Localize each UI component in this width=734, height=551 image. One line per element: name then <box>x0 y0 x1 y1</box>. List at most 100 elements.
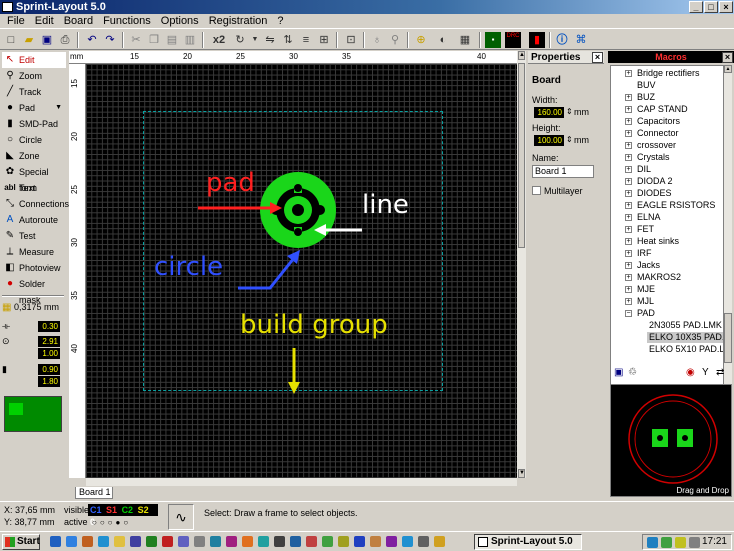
tool-pad[interactable]: ● Pad ▼ <box>2 100 66 116</box>
quicklaunch-icon[interactable] <box>146 536 157 547</box>
settings-icon[interactable]: ⌘ <box>573 32 589 48</box>
grid-setting[interactable]: ▦ 0,3175 mm <box>2 302 64 314</box>
tool-track[interactable]: ╱ Track <box>2 84 66 100</box>
quicklaunch-icon[interactable] <box>210 536 221 547</box>
menu-file[interactable]: File <box>2 14 30 28</box>
quicklaunch-icon[interactable] <box>66 536 77 547</box>
save-macro-icon[interactable]: ▣ <box>614 367 623 378</box>
rotate-icon[interactable]: ↻ <box>232 32 248 48</box>
quicklaunch-icon[interactable] <box>402 536 413 547</box>
layer-color-icon[interactable]: ◐ <box>435 32 451 48</box>
record-macro-icon[interactable]: ◉ <box>686 367 695 378</box>
tree-subitem-selected[interactable]: ELKO 10X35 PAD.LM <box>647 332 723 343</box>
pad-dropdown-icon[interactable]: ▼ <box>55 100 62 116</box>
maximize-button[interactable]: □ <box>704 1 718 13</box>
quicklaunch-icon[interactable] <box>370 536 381 547</box>
pad-outer-setting[interactable]: ⊙ 2.91 <box>2 336 64 348</box>
quicklaunch-icon[interactable] <box>258 536 269 547</box>
tree-subitem[interactable]: ELKO 5X10 PAD.LM <box>649 344 723 355</box>
drc-icon[interactable]: DRC <box>505 32 521 48</box>
canvas-horizontal-scrollbar[interactable] <box>86 478 517 486</box>
taskbar-app-button[interactable]: Sprint-Layout 5.0 <box>474 534 582 550</box>
menu-help[interactable]: ? <box>272 14 288 28</box>
tray-icon[interactable] <box>647 537 658 548</box>
pad-inner-setting[interactable]: 1.00 <box>2 348 64 360</box>
track-width-setting[interactable]: ⟛ 0.30 <box>2 321 64 333</box>
quicklaunch-icon[interactable] <box>194 536 205 547</box>
height-spinner-icon[interactable]: ⇕ <box>566 135 573 144</box>
quicklaunch-icon[interactable] <box>322 536 333 547</box>
rotate-dropdown-icon[interactable]: ▼ <box>247 32 263 48</box>
lock-icon[interactable]: ♁ <box>369 32 385 48</box>
properties-close-button[interactable]: × <box>592 52 603 63</box>
align-icon[interactable]: ≡ <box>298 32 314 48</box>
save-icon[interactable]: ▣ <box>39 32 55 48</box>
tree-subitem[interactable]: 2N3055 PAD.LMK <box>649 320 722 331</box>
tool-edit[interactable]: ↖ Edit <box>2 52 66 68</box>
zoom-icon[interactable]: ⊕ <box>413 32 429 48</box>
tool-connections[interactable]: ⤡ Connections <box>2 196 69 212</box>
macro-tree-scrollbar[interactable]: ▲ <box>724 65 732 395</box>
open-file-icon[interactable]: ▰ <box>21 32 37 48</box>
quicklaunch-icon[interactable] <box>82 536 93 547</box>
quicklaunch-icon[interactable] <box>114 536 125 547</box>
smd-width-setting[interactable]: ▮ 0.90 <box>2 364 64 376</box>
tool-zone[interactable]: ◣ Zone <box>2 148 66 164</box>
quicklaunch-icon[interactable] <box>130 536 141 547</box>
new-file-icon[interactable]: □ <box>3 32 19 48</box>
component-icon[interactable]: ▮ <box>529 32 545 48</box>
snap-icon[interactable]: ∿ <box>168 504 194 530</box>
tool-photoview[interactable]: ◧ Photoview <box>2 260 66 276</box>
tool-special-form[interactable]: ✿ Special form <box>2 164 66 193</box>
width-field[interactable]: 160.00 <box>534 107 564 118</box>
tool-zoom[interactable]: ⚲ Zoom <box>2 68 66 84</box>
delete-macro-icon[interactable]: ♲ <box>628 367 637 378</box>
name-input[interactable]: Board 1 <box>532 165 594 178</box>
undo-icon[interactable]: ↶ <box>84 32 100 48</box>
tool-text[interactable]: abl Text <box>2 180 66 196</box>
tray-icon[interactable] <box>661 537 672 548</box>
copy-icon[interactable]: ❐ <box>146 32 162 48</box>
menu-board[interactable]: Board <box>59 14 98 28</box>
macros-close-button[interactable]: × <box>722 52 733 63</box>
zoom-x2-button[interactable]: x2 <box>209 32 229 48</box>
distribute-icon[interactable]: ⊞ <box>316 32 332 48</box>
info-icon[interactable]: ⓘ <box>554 32 570 48</box>
height-field[interactable]: 100.00 <box>534 135 564 146</box>
grid-toggle-icon[interactable]: ▦ <box>457 32 473 48</box>
macro-rotate-icon[interactable]: Y <box>702 367 709 378</box>
redo-icon[interactable]: ↷ <box>102 32 118 48</box>
menu-registration[interactable]: Registration <box>204 14 273 28</box>
quicklaunch-icon[interactable] <box>354 536 365 547</box>
layer-visibility[interactable]: C1 S1 C2 S2 0 <box>88 504 158 527</box>
macro-mirror-icon[interactable]: ⇄ <box>716 367 724 378</box>
pcb-canvas[interactable]: pad line circle build group <box>86 64 517 478</box>
width-spinner-icon[interactable]: ⇕ <box>566 107 573 116</box>
paste-icon[interactable]: ▤ <box>164 32 180 48</box>
menu-edit[interactable]: Edit <box>30 14 59 28</box>
quicklaunch-icon[interactable] <box>418 536 429 547</box>
tool-circle[interactable]: ○ Circle <box>2 132 66 148</box>
cut-icon[interactable]: ✂ <box>128 32 144 48</box>
print-icon[interactable]: ⎙ <box>57 32 73 48</box>
multilayer-checkbox[interactable] <box>532 186 541 195</box>
menu-options[interactable]: Options <box>156 14 204 28</box>
layer-preview[interactable] <box>4 396 62 432</box>
quicklaunch-icon[interactable] <box>274 536 285 547</box>
start-button[interactable]: Start <box>2 534 40 550</box>
pcb-check-icon[interactable]: ▪ <box>485 32 501 48</box>
smd-height-setting[interactable]: 1.80 <box>2 376 64 388</box>
quicklaunch-icon[interactable] <box>98 536 109 547</box>
tool-autoroute[interactable]: A Autoroute <box>2 212 66 228</box>
minimize-button[interactable]: _ <box>689 1 703 13</box>
quicklaunch-icon[interactable] <box>386 536 397 547</box>
tray-icon[interactable] <box>689 537 700 548</box>
mirror-h-icon[interactable]: ⇋ <box>262 32 278 48</box>
quicklaunch-icon[interactable] <box>338 536 349 547</box>
tray-icon[interactable] <box>675 537 686 548</box>
close-button[interactable]: × <box>719 1 733 13</box>
tool-smd-pad[interactable]: ▮ SMD-Pad <box>2 116 66 132</box>
group-icon[interactable]: ⊡ <box>343 32 359 48</box>
quicklaunch-icon[interactable] <box>178 536 189 547</box>
unlock-icon[interactable]: ⚲ <box>387 32 403 48</box>
